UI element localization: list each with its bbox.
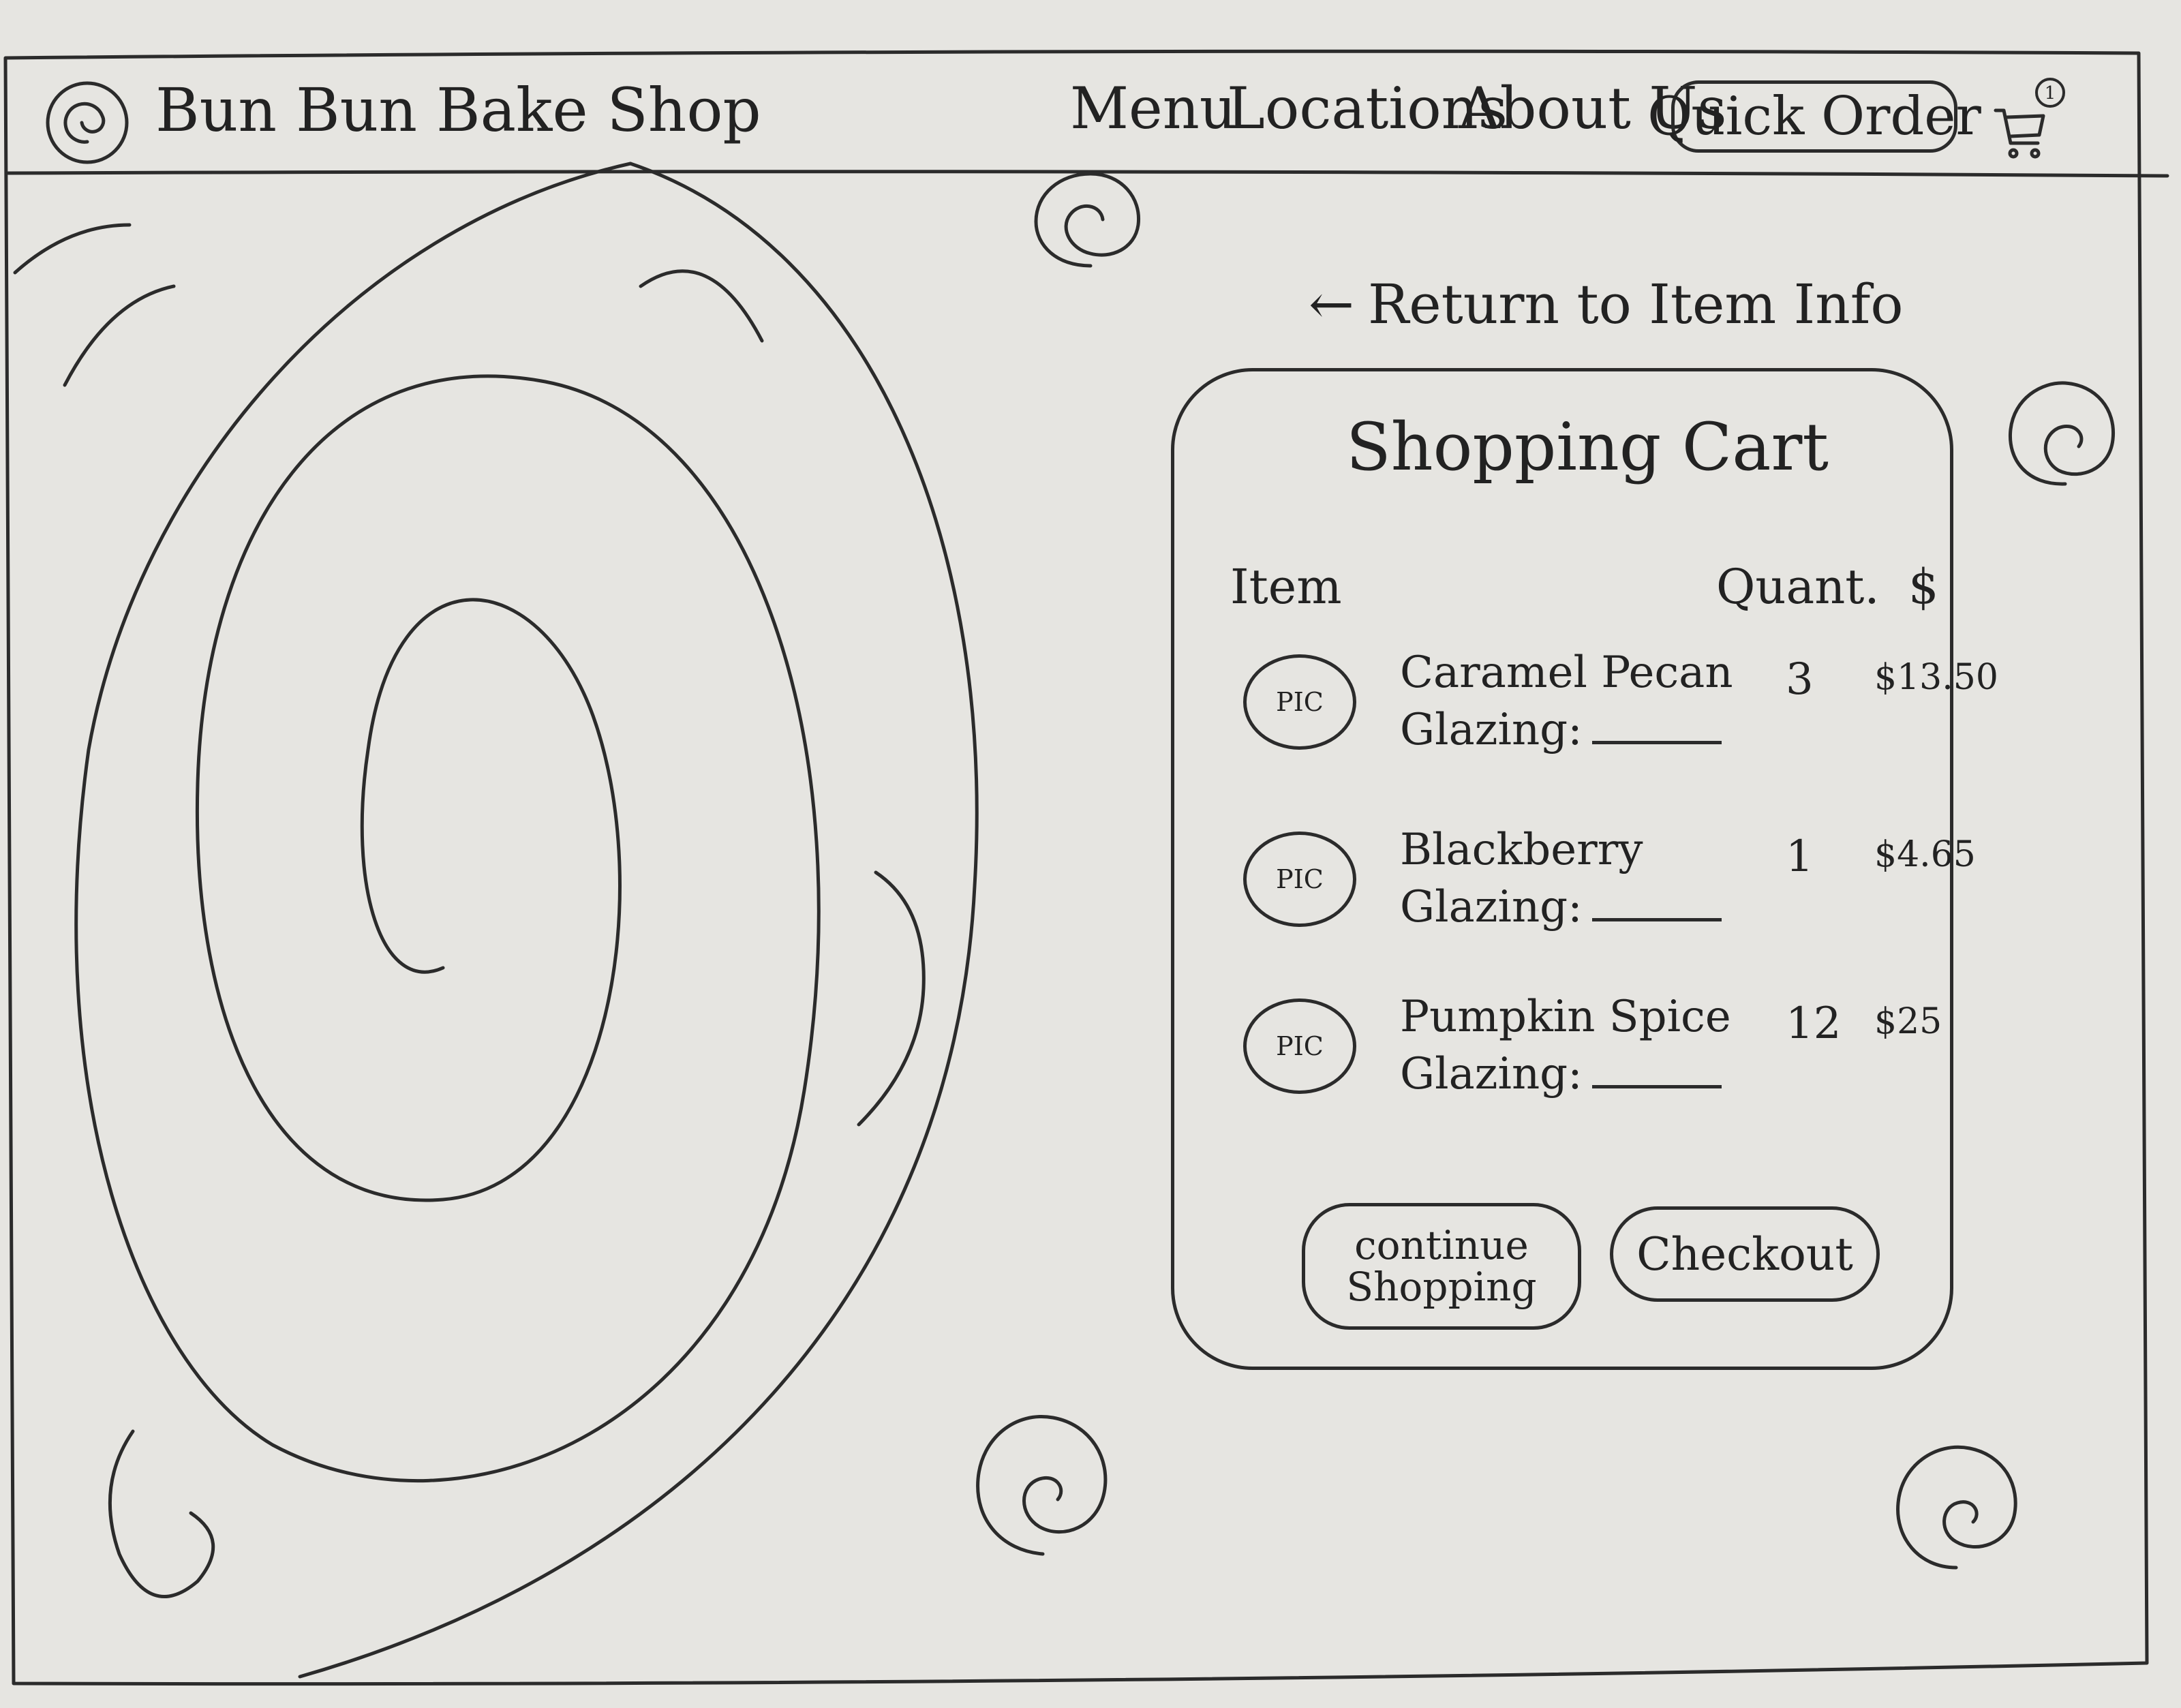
glazing-input-line[interactable] [1591,1058,1722,1088]
nav-menu[interactable]: Menu [1070,75,1236,142]
item-image-placeholder: PIC [1243,832,1356,927]
cart-row: PIC Caramel Pecan Glazing: 3 $13.50 [1227,647,1998,791]
item-quantity[interactable]: 3 [1786,654,1814,705]
return-to-item-info-link[interactable]: ← Return to Item Info [1309,273,1904,336]
glazing-field[interactable]: Glazing: [1400,1049,1722,1099]
return-link-label: Return to Item Info [1368,273,1904,336]
cart-row: PIC Pumpkin Spice Glazing: 12 $25 [1227,992,1963,1135]
continue-shopping-button[interactable]: continue Shopping [1302,1203,1581,1330]
item-price: $13.50 [1874,657,1998,698]
glazing-label: Glazing: [1400,882,1583,932]
item-price: $25 [1874,1001,1942,1042]
glazing-field[interactable]: Glazing: [1400,705,1722,755]
item-quantity[interactable]: 1 [1786,832,1814,882]
item-name: Blackberry [1400,825,1643,875]
item-name: Pumpkin Spice [1400,992,1731,1042]
decor-spiral-icon-top [1034,172,1141,268]
cart-row: PIC Blackberry Glazing: 1 $4.65 [1227,825,1976,968]
column-header-quantity: Quant. [1716,559,1880,615]
brand-name[interactable]: Bun Bun Bake Shop [155,75,761,145]
hero-cinnamon-roll-illustration [13,162,979,1679]
checkout-button[interactable]: Checkout [1610,1206,1880,1302]
item-price: $4.65 [1874,834,1976,875]
glazing-label: Glazing: [1400,705,1583,755]
cart-title: Shopping Cart [1346,409,1829,485]
glazing-input-line[interactable] [1591,714,1722,744]
glazing-input-line[interactable] [1591,891,1722,921]
item-name: Caramel Pecan [1400,647,1733,698]
decor-spiral-icon-right [2008,381,2116,486]
decor-spiral-icon-bottom-right [1896,1445,2017,1570]
item-quantity[interactable]: 12 [1786,998,1841,1049]
glazing-label: Glazing: [1400,1049,1583,1099]
column-header-item: Item [1230,559,1342,615]
back-arrow-icon: ← [1309,273,1355,336]
cart-count-badge: 1 [2045,83,2056,104]
glazing-field[interactable]: Glazing: [1400,882,1722,932]
quick-order-button[interactable]: Quick Order [1647,80,1981,153]
decor-spiral-icon-bottom [976,1415,1108,1556]
logo-icon[interactable] [46,81,129,164]
column-header-price: $ [1908,559,1939,615]
cart-button[interactable]: 1 [1990,75,2065,164]
item-image-placeholder: PIC [1243,998,1356,1094]
shopping-cart-icon: 1 [1994,78,2065,159]
item-image-placeholder: PIC [1243,654,1356,750]
